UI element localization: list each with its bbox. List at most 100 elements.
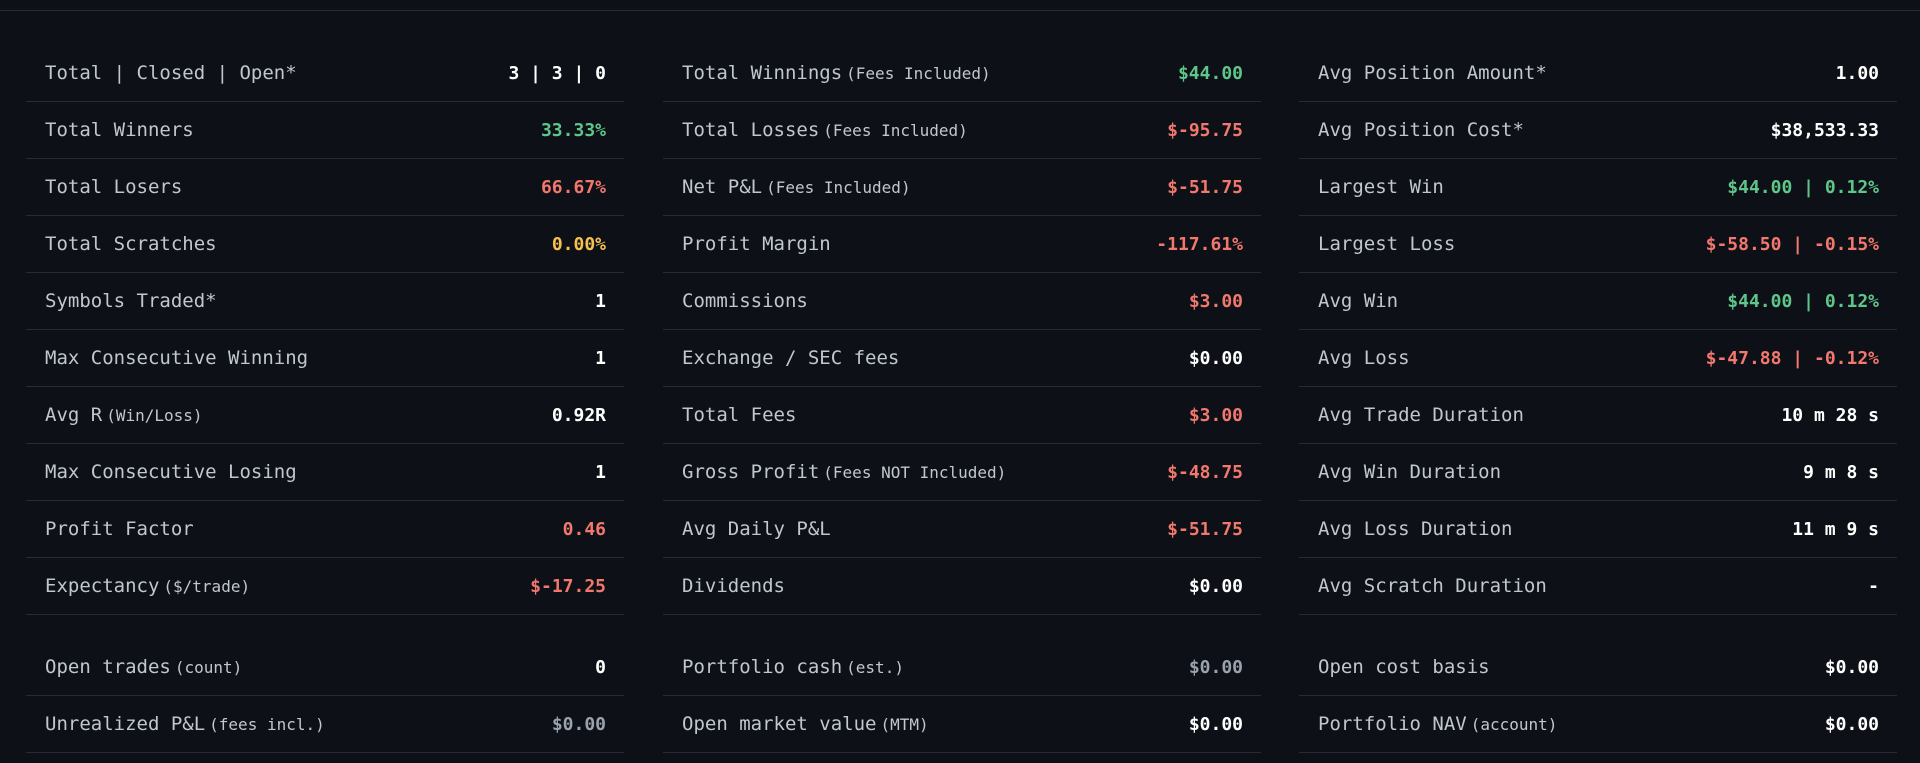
- stat-value: $-51.75: [1167, 176, 1243, 198]
- stat-value: $-51.75: [1167, 518, 1243, 540]
- stat-label: Net P&L (Fees Included): [682, 176, 911, 198]
- stat-value: $44.00: [1177, 62, 1243, 84]
- stat-row-total-scratches: Total Scratches 0.00%: [26, 216, 624, 273]
- stat-label-text: Portfolio cash: [682, 656, 843, 678]
- stat-label-text: Avg Trade Duration: [1318, 404, 1524, 426]
- stat-value: $-58.50 | -0.15%: [1705, 233, 1879, 255]
- stat-label-text: Portfolio NAV: [1318, 713, 1467, 735]
- stat-label-text: Dividends: [682, 575, 785, 597]
- stat-label: Expectancy ($/trade): [45, 575, 250, 597]
- stat-row-total-closed-open: Total | Closed | Open* 3 | 3 | 0: [26, 45, 624, 102]
- stat-label: Avg Daily P&L: [682, 518, 831, 540]
- stat-row-avg-trade-duration: Avg Trade Duration 10 m 28 s: [1299, 387, 1897, 444]
- stat-label-text: Symbols Traded*: [45, 290, 217, 312]
- stat-label: Portfolio cash (est.): [682, 656, 904, 678]
- statistics-panel: Total | Closed | Open* 3 | 3 | 0 Total Win…: [0, 10, 1920, 763]
- stat-row-max-consecutive-losing: Max Consecutive Losing 1: [26, 444, 624, 501]
- stat-value: $0.00: [551, 713, 606, 735]
- stat-label-text: Open market value: [682, 713, 877, 735]
- stat-value: 66.67%: [540, 176, 606, 198]
- stat-value: $44.00 | 0.12%: [1727, 290, 1879, 312]
- stat-value: -: [1868, 575, 1879, 597]
- stat-label: Total Scratches: [45, 233, 217, 255]
- stat-value: 0.92R: [551, 404, 606, 426]
- stat-label: Commissions: [682, 290, 808, 312]
- stat-label-text: Avg Position Amount*: [1318, 62, 1547, 84]
- stat-row-expectancy: Expectancy ($/trade) $-17.25: [26, 558, 624, 615]
- stat-row-open-trades: Open trades (count) 0: [26, 639, 624, 696]
- stat-value: 1.00: [1835, 62, 1879, 84]
- stat-value: -117.61%: [1156, 233, 1243, 255]
- stat-label: Open trades (count): [45, 656, 242, 678]
- stat-label-note: (count): [174, 658, 243, 677]
- stat-label: Avg Loss: [1318, 347, 1410, 369]
- stat-label-note: (Fees Included): [766, 178, 911, 197]
- stat-value: 0: [595, 656, 606, 678]
- stat-label-text: Largest Win: [1318, 176, 1444, 198]
- stat-label: Avg R (Win/Loss): [45, 404, 203, 426]
- stat-value: $0.00: [1824, 656, 1879, 678]
- stat-row-gross-profit: Gross Profit (Fees NOT Included) $-48.75: [663, 444, 1261, 501]
- stat-row-unrealized-p-l: Unrealized P&L (fees incl.) $0.00: [26, 696, 624, 753]
- stat-value: $0.00: [1188, 656, 1243, 678]
- stat-label-text: Exchange / SEC fees: [682, 347, 900, 369]
- stat-label-text: Unrealized P&L: [45, 713, 206, 735]
- stat-label-note: (Fees Included): [846, 64, 991, 83]
- stat-value: 1: [595, 461, 606, 483]
- stat-row-profit-factor: Profit Factor 0.46: [26, 501, 624, 558]
- stat-label-text: Total Losers: [45, 176, 183, 198]
- stat-value: $0.00: [1188, 347, 1243, 369]
- stat-label: Largest Loss: [1318, 233, 1455, 255]
- stat-label-text: Avg Loss Duration: [1318, 518, 1513, 540]
- stat-row-avg-win-duration: Avg Win Duration 9 m 8 s: [1299, 444, 1897, 501]
- stat-value: 1: [595, 290, 606, 312]
- stat-value: $-48.75: [1167, 461, 1243, 483]
- stats-column-trades: Total | Closed | Open* 3 | 3 | 0 Total Win…: [26, 45, 624, 753]
- stat-value: 33.33%: [540, 119, 606, 141]
- stat-label-text: Profit Factor: [45, 518, 194, 540]
- stat-label: Total | Closed | Open*: [45, 62, 297, 84]
- stat-label-text: Avg Win Duration: [1318, 461, 1502, 483]
- stat-row-net-p-l: Net P&L (Fees Included) $-51.75: [663, 159, 1261, 216]
- stat-row-total-winners: Total Winners 33.33%: [26, 102, 624, 159]
- stat-row-total-fees: Total Fees $3.00: [663, 387, 1261, 444]
- stat-row-avg-loss-duration: Avg Loss Duration 11 m 9 s: [1299, 501, 1897, 558]
- stat-label: Open market value (MTM): [682, 713, 929, 735]
- stat-label-note: ($/trade): [163, 577, 251, 596]
- stat-row-total-winnings: Total Winnings (Fees Included) $44.00: [663, 45, 1261, 102]
- stat-label-note: (Fees Included): [823, 121, 968, 140]
- stat-label: Exchange / SEC fees: [682, 347, 899, 369]
- stat-row-avg-position-cost: Avg Position Cost* $38,533.33: [1299, 102, 1897, 159]
- stat-row-avg-daily-p-l: Avg Daily P&L $-51.75: [663, 501, 1261, 558]
- stat-label: Avg Loss Duration: [1318, 518, 1512, 540]
- stat-label-note: (account): [1470, 715, 1558, 734]
- stat-label-text: Open trades: [45, 656, 171, 678]
- stat-row-avg-scratch-duration: Avg Scratch Duration -: [1299, 558, 1897, 615]
- stat-row-largest-loss: Largest Loss $-58.50 | -0.15%: [1299, 216, 1897, 273]
- stat-value: $0.00: [1188, 575, 1243, 597]
- stat-value: $3.00: [1188, 404, 1243, 426]
- stat-value: $-17.25: [530, 575, 606, 597]
- stat-row-max-consecutive-winning: Max Consecutive Winning 1: [26, 330, 624, 387]
- stat-label-text: Largest Loss: [1318, 233, 1456, 255]
- stat-label: Total Losers: [45, 176, 182, 198]
- stat-value: 0.00%: [551, 233, 606, 255]
- stat-label-note: (est.): [846, 658, 904, 677]
- stat-value: $44.00 | 0.12%: [1727, 176, 1879, 198]
- stat-label-note: (Win/Loss): [106, 406, 203, 425]
- stat-row-commissions: Commissions $3.00: [663, 273, 1261, 330]
- stat-label-text: Avg Daily P&L: [682, 518, 831, 540]
- stat-label-text: Total Losses: [682, 119, 820, 141]
- stat-label: Avg Win: [1318, 290, 1398, 312]
- stat-label-text: Avg Scratch Duration: [1318, 575, 1547, 597]
- stat-label-text: Total Winners: [45, 119, 194, 141]
- stat-row-total-losses: Total Losses (Fees Included) $-95.75: [663, 102, 1261, 159]
- stat-label: Gross Profit (Fees NOT Included): [682, 461, 1006, 483]
- stat-value: $0.00: [1188, 713, 1243, 735]
- stat-row-avg-r: Avg R (Win/Loss) 0.92R: [26, 387, 624, 444]
- stat-label: Avg Scratch Duration: [1318, 575, 1547, 597]
- stat-label: Avg Trade Duration: [1318, 404, 1524, 426]
- stat-label: Avg Position Amount*: [1318, 62, 1547, 84]
